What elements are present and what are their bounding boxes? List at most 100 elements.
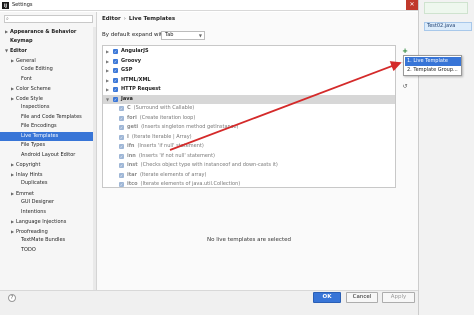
sidebar-item-todo[interactable]: TODO [0, 246, 96, 255]
checkbox-checked-icon[interactable]: ✓ [119, 134, 124, 140]
template-abbreviation: Java [121, 95, 133, 102]
checkbox-checked-icon[interactable]: ✓ [113, 87, 118, 92]
template-group-html-xml[interactable]: ▶ ✓ HTML/XML [103, 76, 395, 85]
sidebar-item-android-layout-editor[interactable]: Android Layout Editor [0, 151, 96, 160]
template-item-inn[interactable]: ✓ inn (Inserts 'if not null' statement) [103, 152, 395, 161]
sidebar-item-label: File Encodings [21, 123, 57, 129]
close-window-button[interactable]: ✕ [406, 0, 418, 10]
sidebar-item-copyright[interactable]: ▶ Copyright [0, 160, 96, 169]
template-name: itco (Iterate elements of java.util.Colle… [127, 180, 240, 187]
sidebar-item-keymap[interactable]: Keymap [0, 37, 96, 46]
template-item-itar[interactable]: ✓ itar (Iterate elements of array) [103, 171, 395, 180]
template-item-geti[interactable]: ✓ geti (Inserts singleton method getInstan… [103, 123, 395, 132]
sidebar-item-color-scheme[interactable]: ▶ Color Scheme [0, 84, 96, 93]
checkbox-checked-icon[interactable]: ✓ [119, 144, 124, 149]
sidebar-scrollbar[interactable] [93, 27, 96, 297]
sidebar-item-file-and-code-templates[interactable]: File and Code Templates [0, 113, 96, 122]
sidebar-item-file-types[interactable]: File Types [0, 141, 96, 150]
sidebar-item-font[interactable]: Font [0, 75, 96, 84]
checkbox-checked-icon[interactable]: ✓ [119, 125, 124, 130]
sidebar-item-intentions[interactable]: Intentions [0, 208, 96, 217]
sidebar-item-editor[interactable]: ▼ Editor [0, 46, 96, 55]
template-group-groovy[interactable]: ▶ ✓ Groovy [103, 57, 395, 66]
template-name: geti (Inserts singleton method getInstanc… [127, 123, 238, 132]
cancel-button[interactable]: Cancel [346, 292, 378, 303]
sidebar-item-gui-designer[interactable]: GUI Designer [0, 198, 96, 207]
sidebar-item-code-editing[interactable]: Code Editing [0, 65, 96, 74]
checkbox-checked-icon[interactable]: ✓ [113, 77, 118, 83]
intellij-logo-icon: IJ [2, 1, 9, 9]
template-abbreviation: HTTP Request [121, 86, 161, 92]
chevron-down-icon[interactable]: ▼ [106, 95, 109, 104]
sidebar-item-label: Duplicates [21, 180, 48, 186]
background-editor-tab[interactable]: Test02.java [424, 22, 472, 31]
sidebar-item-inlay-hints[interactable]: ▶ Inlay Hints [0, 170, 96, 179]
template-item-ifn[interactable]: ✓ ifn (Inserts 'if null' statement) [103, 142, 395, 151]
template-abbreviation: inn [127, 152, 136, 159]
plus-icon[interactable]: + [401, 47, 409, 55]
checkbox-checked-icon[interactable]: ✓ [119, 115, 124, 121]
template-item-itco[interactable]: ✓ itco (Iterate elements of java.util.Coll… [103, 180, 395, 187]
sidebar-item-label: Emmet [16, 190, 34, 197]
template-group-gsp[interactable]: ▶ ✓ GSP [103, 66, 395, 75]
template-description: (Iterate elements of array) [139, 171, 207, 178]
sidebar-item-label: Inlay Hints [16, 171, 43, 178]
checkbox-checked-icon[interactable]: ✓ [119, 106, 124, 111]
sidebar-item-general[interactable]: ▶ General [0, 56, 96, 65]
checkbox-checked-icon[interactable]: ✓ [119, 182, 124, 187]
template-item-inst[interactable]: ✓ inst (Checks object type with instanceof… [103, 161, 395, 170]
sidebar-item-duplicates[interactable]: Duplicates [0, 179, 96, 188]
breadcrumb: Editor › Live Templates [102, 16, 175, 22]
settings-search-input[interactable]: ⌕ [4, 15, 93, 23]
chevron-right-icon[interactable]: ▶ [106, 57, 109, 66]
chevron-right-icon[interactable]: ▶ [106, 85, 109, 94]
ok-button[interactable]: OK [313, 292, 341, 303]
chevron-right-icon[interactable]: ▶ [106, 47, 109, 56]
checkbox-checked-icon[interactable]: ✓ [113, 68, 118, 73]
template-group-angularjs[interactable]: ▶ ✓ AngularJS [103, 47, 395, 56]
template-name: inst (Checks object type with instanceof … [127, 161, 278, 170]
template-name: ifn (Inserts 'if null' statement) [127, 142, 204, 151]
menu-item-live-template[interactable]: 1. Live Template [405, 57, 461, 66]
checkbox-checked-icon[interactable]: ✓ [119, 153, 124, 159]
template-abbreviation: fori [127, 114, 137, 121]
checkbox-checked-icon[interactable]: ✓ [119, 163, 124, 168]
template-item-fori[interactable]: ✓ fori (Create iteration loop) [103, 114, 395, 123]
sidebar-item-proofreading[interactable]: ▶ Proofreading [0, 227, 96, 236]
sidebar-item-file-encodings[interactable]: File Encodings [0, 122, 96, 131]
add-template-popup: 1. Live Template 2. Template Group... [403, 55, 462, 76]
template-item-C[interactable]: ✓ C (Surround with Callable) [103, 104, 395, 113]
chevron-right-icon[interactable]: ▶ [106, 76, 109, 85]
sidebar-item-label: Inspections [21, 104, 50, 110]
sidebar-item-code-style[interactable]: ▶ Code Style [0, 94, 96, 103]
sidebar-item-label: GUI Designer [21, 199, 54, 205]
checkbox-checked-icon[interactable]: ✓ [113, 58, 118, 64]
template-item-I[interactable]: ✓ I (Iterate Iterable | Array) [103, 133, 395, 142]
sidebar-item-appearance-behavior[interactable]: ▶ Appearance & Behavior [0, 27, 96, 36]
checkbox-checked-icon[interactable]: ✓ [119, 172, 124, 178]
help-button[interactable]: ? [8, 294, 16, 302]
restore-icon[interactable]: ↺ [401, 83, 409, 91]
breadcrumb-live-templates: Live Templates [128, 16, 176, 22]
sidebar-item-label: Live Templates [21, 132, 59, 139]
sidebar-item-label: General [16, 57, 36, 64]
sidebar-item-textmate-bundles[interactable]: TextMate Bundles [0, 236, 96, 245]
sidebar-item-emmet[interactable]: ▶ Emmet [0, 189, 96, 198]
checkbox-checked-icon[interactable]: ✓ [113, 96, 118, 102]
sidebar-item-inspections[interactable]: Inspections [0, 103, 96, 112]
chevron-right-icon[interactable]: ▶ [106, 66, 109, 75]
template-name: HTTP Request [121, 85, 161, 94]
template-group-http-request[interactable]: ▶ ✓ HTTP Request [103, 85, 395, 94]
menu-item-template-group[interactable]: 2. Template Group... [405, 66, 461, 75]
checkbox-checked-icon[interactable]: ✓ [113, 49, 118, 54]
expand-with-select[interactable]: Tab ▼ [161, 31, 205, 40]
sidebar-item-label: File and Code Templates [21, 113, 82, 120]
sidebar-item-live-templates[interactable]: Live Templates [0, 131, 96, 141]
sidebar-item-label: Keymap [10, 37, 33, 44]
apply-button[interactable]: Apply [382, 292, 415, 303]
sidebar-item-language-injections[interactable]: ▶ Language Injections [0, 217, 96, 226]
window-title: Settings [12, 2, 33, 8]
template-description: (Surround with Callable) [133, 105, 195, 111]
templates-tree: ▶ ✓ AngularJS ▶ ✓ Groovy ▶ ✓ GSP ▶ ✓ HTML/XML ▶ ✓ HTTP… [102, 45, 396, 188]
template-group-java[interactable]: ▼ ✓ Java [103, 94, 395, 104]
